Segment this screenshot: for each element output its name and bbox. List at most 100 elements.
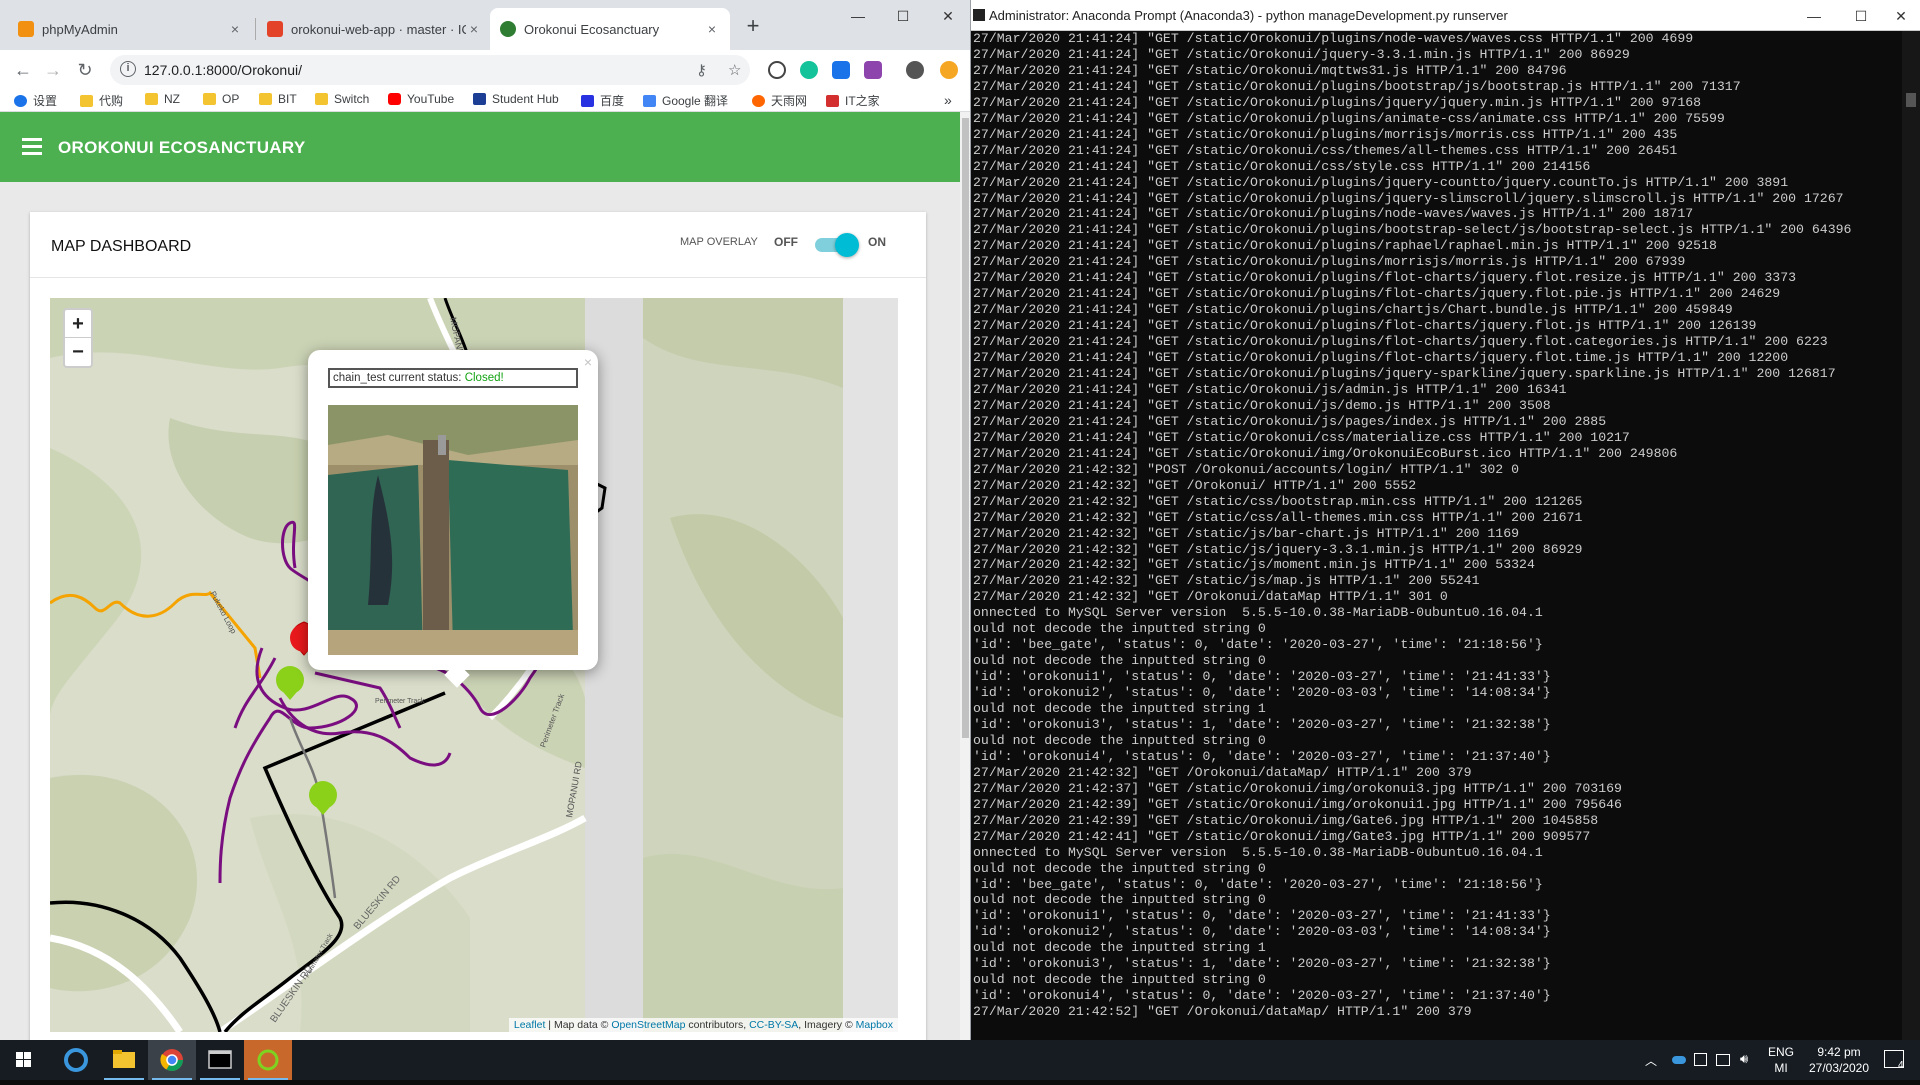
bookmark-item[interactable]: Google 翻译: [643, 92, 728, 109]
bookmark-item[interactable]: OP: [203, 92, 239, 106]
star-icon[interactable]: ☆: [728, 61, 741, 79]
studenthub-icon: [473, 93, 486, 105]
brand-title[interactable]: OROKONUI ECOSANCTUARY: [58, 138, 305, 158]
cast-extension-icon[interactable]: [832, 61, 850, 79]
key-icon[interactable]: ⚷: [696, 61, 707, 79]
bookmark-item[interactable]: 天雨网: [752, 92, 807, 109]
map-view[interactable]: MOPANUI RD Pukeko Loop Perimeter Track P…: [50, 298, 898, 1032]
console-line: 27/Mar/2020 21:42:32] "GET /Orokonui/ HT…: [973, 477, 1417, 493]
browser-toolbar: ← → ↻ i 127.0.0.1:8000/Orokonui/ ⚷ ☆: [0, 50, 970, 90]
bookmark-item[interactable]: IT之家: [826, 92, 880, 109]
console-line: 27/Mar/2020 21:41:24] "GET /static/Oroko…: [973, 366, 1836, 382]
tab-title: Orokonui Ecosanctuary: [524, 21, 660, 37]
address-bar[interactable]: i 127.0.0.1:8000/Orokonui/ ⚷ ☆: [110, 55, 750, 85]
network-icon[interactable]: [1716, 1054, 1730, 1066]
back-icon[interactable]: ←: [10, 58, 36, 82]
console-line: 'id': 'orokonui4', 'status': 0, 'date': …: [973, 988, 1551, 1004]
bookmark-item[interactable]: 设置: [14, 92, 57, 109]
info-icon[interactable]: i: [120, 61, 136, 77]
maximize-button[interactable]: ☐: [883, 4, 923, 28]
tab-gitlab[interactable]: orokonui-web-app · master · IOT ×: [257, 8, 492, 50]
zoom-in-button[interactable]: +: [65, 310, 91, 338]
tab-title: orokonui-web-app · master · IOT: [291, 21, 466, 37]
folder-icon: [203, 93, 216, 105]
console-line: 27/Mar/2020 21:41:24] "GET /static/Oroko…: [973, 142, 1678, 158]
avatar[interactable]: [906, 61, 924, 79]
console-output[interactable]: 27/Mar/2020 21:41:24] "GET /static/Oroko…: [971, 31, 1901, 1036]
console-line: 27/Mar/2020 21:42:32] "GET /static/js/mo…: [973, 557, 1535, 573]
bookmark-item[interactable]: 代购: [80, 92, 123, 109]
baidu-icon: [581, 94, 594, 107]
taskbar-explorer[interactable]: [100, 1040, 148, 1080]
popup-close-button[interactable]: ×: [584, 354, 592, 370]
volume-icon[interactable]: 🔊︎: [1740, 1051, 1748, 1067]
close-icon[interactable]: ×: [704, 21, 720, 37]
attribution-text: contributors,: [685, 1019, 750, 1031]
console-line: ould not decode the inputted string 1: [973, 940, 1266, 956]
console-line: 27/Mar/2020 21:42:39] "GET /static/Oroko…: [973, 796, 1622, 812]
taskbar-terminal[interactable]: [196, 1040, 244, 1080]
console-line: 27/Mar/2020 21:41:24] "GET /static/Oroko…: [973, 429, 1630, 445]
reload-icon[interactable]: ↻: [72, 58, 98, 82]
clock-time[interactable]: 9:42 pm: [1806, 1045, 1872, 1059]
leaflet-link[interactable]: Leaflet: [514, 1019, 546, 1031]
bookmark-label: 代购: [99, 94, 124, 108]
scrollbar-thumb[interactable]: [962, 118, 969, 738]
console-line: 27/Mar/2020 21:41:24] "GET /static/Oroko…: [973, 174, 1789, 190]
tab-phpmyadmin[interactable]: phpMyAdmin ×: [8, 8, 253, 50]
menu-icon[interactable]: [22, 138, 42, 155]
app-icon: [257, 1049, 279, 1071]
bookmarks-overflow-button[interactable]: »: [944, 92, 952, 108]
new-tab-button[interactable]: +: [740, 14, 766, 40]
taskbar-chrome[interactable]: [148, 1040, 196, 1080]
bookmark-item[interactable]: Student Hub: [473, 92, 559, 106]
bookmark-item[interactable]: YouTube: [388, 92, 454, 106]
url-text[interactable]: 127.0.0.1:8000/Orokonui/: [144, 62, 302, 78]
web-page: OROKONUI ECOSANCTUARY MAP DASHBOARD MAP …: [0, 112, 960, 1040]
console-minimize-button[interactable]: —: [1794, 4, 1834, 28]
console-line: 27/Mar/2020 21:41:24] "GET /static/Oroko…: [973, 46, 1630, 62]
language-indicator[interactable]: ENG: [1766, 1045, 1796, 1059]
console-line: 27/Mar/2020 21:41:24] "GET /static/Oroko…: [973, 350, 1789, 366]
bookmark-item[interactable]: 百度: [581, 92, 624, 109]
tab-strip: phpMyAdmin × orokonui-web-app · master ·…: [0, 0, 970, 50]
screenshot-extension-icon[interactable]: [864, 61, 882, 79]
page-scrollbar[interactable]: [960, 112, 970, 1040]
update-icon[interactable]: [940, 61, 958, 79]
console-line: 27/Mar/2020 21:41:24] "GET /static/Oroko…: [973, 302, 1733, 318]
scrollbar-thumb[interactable]: [1906, 93, 1916, 107]
grammarly-extension-icon[interactable]: [800, 61, 818, 79]
osm-link[interactable]: OpenStreetMap: [611, 1019, 685, 1031]
zoom-out-button[interactable]: −: [65, 338, 91, 366]
console-maximize-button[interactable]: ☐: [1841, 4, 1881, 28]
youtube-icon: [388, 93, 401, 105]
start-button[interactable]: [0, 1040, 48, 1080]
gate-popup: × chain_test current status: Closed!: [308, 350, 598, 688]
input-method-indicator[interactable]: MI: [1766, 1061, 1796, 1075]
forward-icon[interactable]: →: [40, 58, 66, 82]
taskbar-app[interactable]: [244, 1040, 292, 1080]
bookmark-item[interactable]: NZ: [145, 92, 180, 106]
close-window-button[interactable]: ✕: [928, 4, 968, 28]
bookmark-item[interactable]: BIT: [259, 92, 297, 106]
console-line: 27/Mar/2020 21:42:32] "GET /static/js/ma…: [973, 573, 1480, 589]
security-icon[interactable]: [1694, 1053, 1707, 1066]
taskbar-edge[interactable]: [52, 1040, 100, 1080]
clock-date[interactable]: 27/03/2020: [1801, 1061, 1877, 1075]
close-icon[interactable]: ×: [466, 21, 482, 37]
mapbox-link[interactable]: Mapbox: [856, 1019, 893, 1031]
console-scrollbar[interactable]: [1902, 31, 1920, 1040]
minimize-button[interactable]: —: [838, 4, 878, 28]
divider: [30, 277, 926, 278]
bookmark-item[interactable]: Switch: [315, 92, 369, 106]
overlay-toggle-knob[interactable]: [835, 233, 859, 257]
onedrive-icon[interactable]: [1672, 1056, 1686, 1064]
close-icon[interactable]: ×: [227, 21, 243, 37]
tray-chevron-icon[interactable]: ︿: [1645, 1052, 1657, 1069]
license-link[interactable]: CC-BY-SA: [749, 1019, 798, 1031]
tab-orokonui[interactable]: Orokonui Ecosanctuary ×: [490, 8, 730, 50]
console-close-button[interactable]: ✕: [1881, 4, 1920, 28]
speedometer-extension-icon[interactable]: [768, 61, 786, 79]
console-line: 27/Mar/2020 21:41:24] "GET /static/Oroko…: [973, 397, 1551, 413]
translate-icon: [643, 94, 656, 107]
